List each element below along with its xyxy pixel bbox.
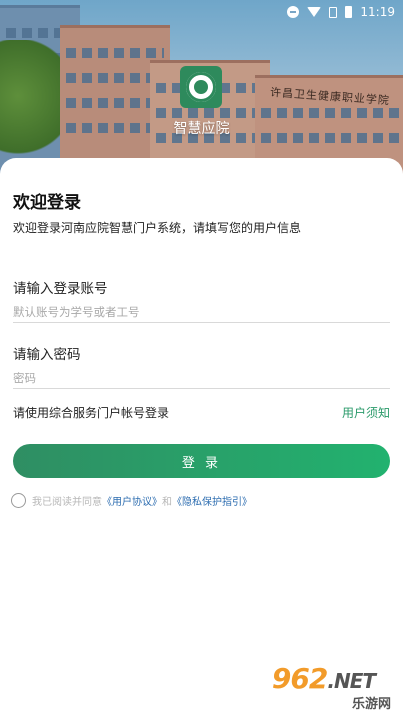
login-card: 欢迎登录 欢迎登录河南应院智慧门户系统，请填写您的用户信息 请输入登录账号 请输… bbox=[0, 158, 403, 718]
tree bbox=[0, 40, 60, 175]
user-agreement-link[interactable]: 《用户协议》 bbox=[102, 493, 162, 508]
agreement-row: 我已阅读并同意 《用户协议》 和 《隐私保护指引》 bbox=[11, 493, 252, 508]
dnd-icon bbox=[287, 6, 300, 18]
agreement-and: 和 bbox=[162, 497, 172, 508]
status-bar: 11:19 bbox=[0, 0, 403, 24]
privacy-link[interactable]: 《隐私保护指引》 bbox=[172, 493, 252, 508]
password-input[interactable] bbox=[13, 367, 390, 389]
status-time: 11:19 bbox=[360, 5, 395, 19]
welcome-title: 欢迎登录 bbox=[13, 193, 81, 213]
agreement-prefix: 我已阅读并同意 bbox=[32, 497, 102, 508]
welcome-subtitle: 欢迎登录河南应院智慧门户系统，请填写您的用户信息 bbox=[13, 221, 302, 235]
password-label: 请输入密码 bbox=[13, 347, 81, 363]
school-logo-icon bbox=[184, 70, 218, 104]
battery-icon bbox=[345, 6, 353, 18]
login-hint: 请使用综合服务门户帐号登录 bbox=[13, 406, 170, 420]
app-logo bbox=[180, 66, 222, 108]
sim-icon bbox=[329, 6, 338, 18]
watermark-logo: 962.NET 乐游网 bbox=[265, 662, 395, 712]
agreement-radio-icon[interactable] bbox=[11, 493, 26, 508]
watermark-text: 乐游网 bbox=[351, 697, 391, 712]
user-notice-link[interactable]: 用户须知 bbox=[342, 404, 390, 421]
login-button[interactable]: 登 录 bbox=[13, 444, 390, 478]
account-label: 请输入登录账号 bbox=[13, 281, 108, 297]
app-title: 智慧应院 bbox=[173, 121, 230, 137]
account-input[interactable] bbox=[13, 301, 390, 323]
watermark-number: 962.NET bbox=[271, 662, 376, 695]
wifi-icon bbox=[307, 7, 322, 17]
